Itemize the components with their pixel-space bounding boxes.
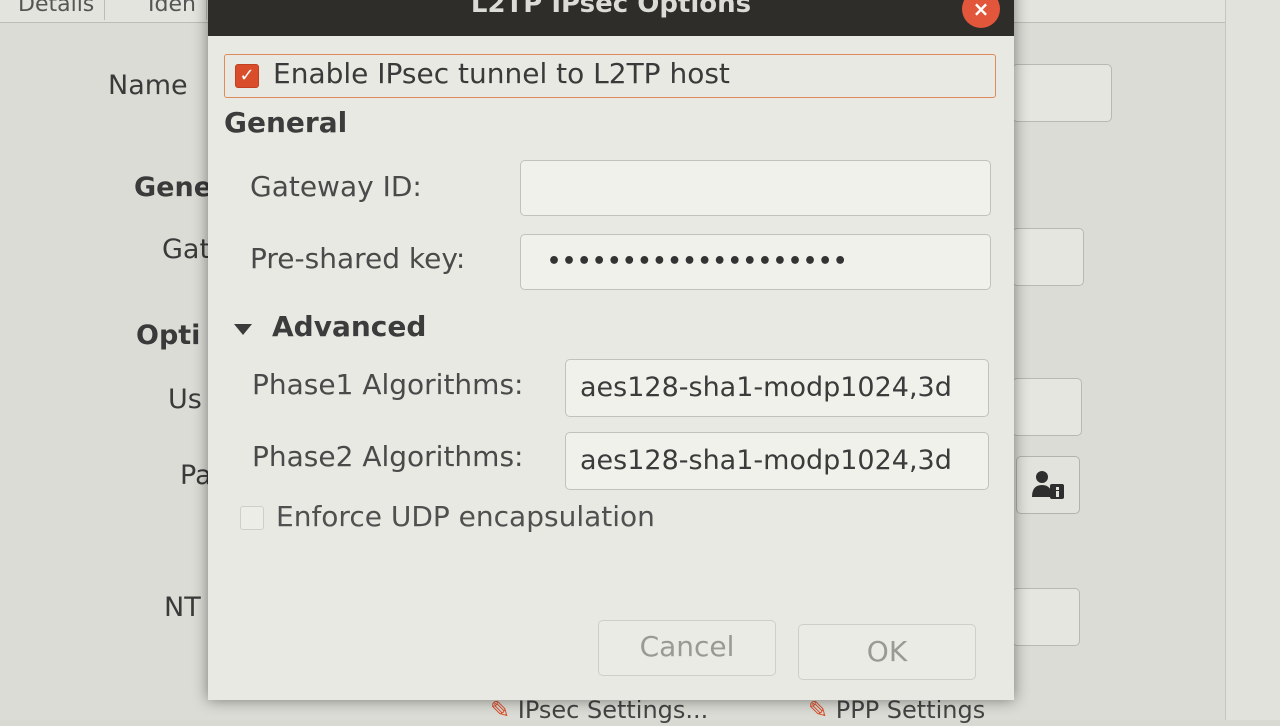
close-icon: × (972, 0, 990, 21)
enforce-udp-checkbox[interactable] (240, 506, 264, 530)
gateway-label: Gat (162, 234, 211, 265)
name-label: Name (108, 70, 188, 101)
cancel-button[interactable]: Cancel (598, 620, 776, 676)
pre-shared-key-input[interactable]: •••••••••••••••••••• (520, 234, 991, 290)
ipsec-settings-button[interactable]: ✎ IPsec Settings... (490, 696, 708, 726)
password-label: Pa (180, 460, 212, 491)
close-button[interactable]: × (962, 0, 1000, 28)
gateway-id-label: Gateway ID: (250, 170, 422, 203)
nt-domain-label: NT (164, 592, 201, 623)
user-field[interactable] (1012, 378, 1082, 436)
password-options-button[interactable] (1016, 456, 1080, 514)
expander-arrow-icon[interactable] (234, 324, 252, 335)
phase1-algorithms-input[interactable]: aes128-sha1-modp1024,3d (565, 359, 989, 417)
nt-domain-field[interactable] (1012, 588, 1080, 646)
enforce-udp-label: Enforce UDP encapsulation (276, 500, 655, 533)
enable-ipsec-label: Enable IPsec tunnel to L2TP host (273, 57, 730, 90)
phase2-label: Phase2 Algorithms: (252, 440, 524, 473)
ok-button[interactable]: OK (798, 624, 976, 680)
dialog-titlebar: L2TP IPsec Options × (208, 0, 1014, 36)
ppp-settings-button[interactable]: ✎ PPP Settings (808, 696, 985, 726)
advanced-expander[interactable]: Advanced (272, 310, 426, 343)
user-info-icon (1032, 471, 1064, 499)
tab-identity[interactable]: Iden (138, 0, 207, 20)
general-section-title: General (224, 106, 348, 139)
enable-ipsec-checkbox[interactable]: ✓ (235, 64, 259, 88)
gateway-id-input[interactable] (520, 160, 991, 216)
tab-details[interactable]: Details (8, 0, 106, 20)
general-heading: Gene (134, 172, 213, 203)
dialog-title: L2TP IPsec Options (470, 0, 752, 19)
pre-shared-key-label: Pre-shared key: (250, 242, 466, 275)
enable-ipsec-row[interactable]: ✓ Enable IPsec tunnel to L2TP host (224, 54, 996, 98)
name-field[interactable] (1012, 64, 1112, 122)
user-label: Us (168, 384, 202, 415)
gateway-field[interactable] (1012, 228, 1084, 286)
l2tp-ipsec-options-dialog: L2TP IPsec Options × ✓ Enable IPsec tunn… (208, 0, 1014, 700)
phase1-label: Phase1 Algorithms: (252, 368, 524, 401)
phase2-algorithms-input[interactable]: aes128-sha1-modp1024,3d (565, 432, 989, 490)
options-heading: Opti (136, 320, 201, 351)
right-side-panel (1225, 0, 1280, 720)
